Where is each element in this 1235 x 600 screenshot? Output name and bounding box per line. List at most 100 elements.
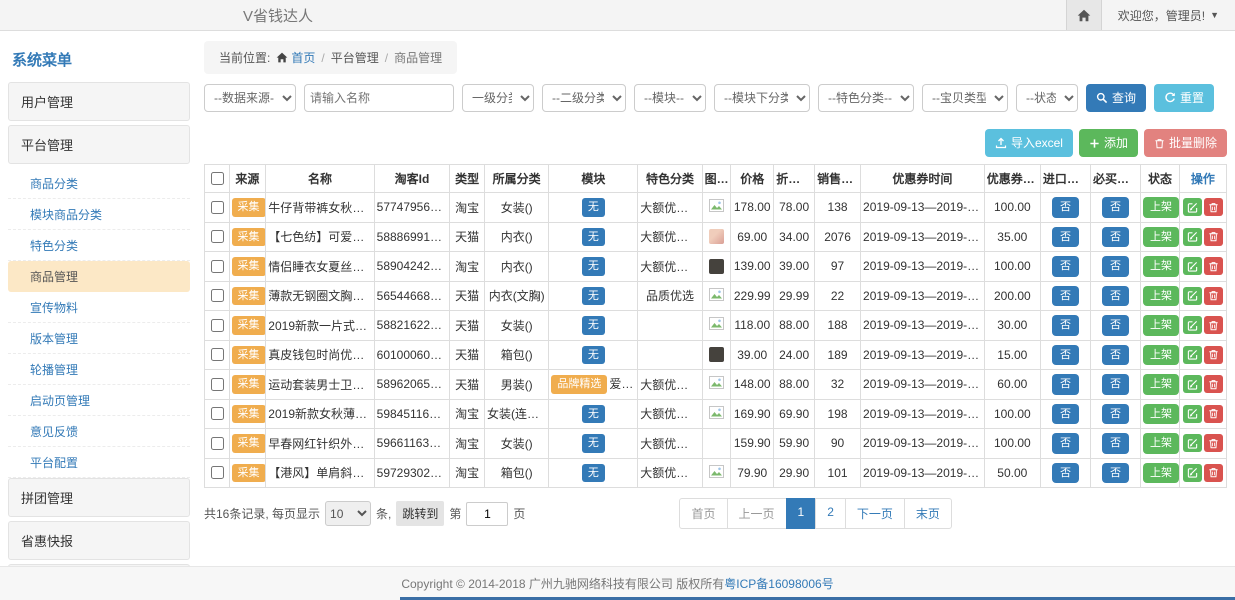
row-checkbox[interactable] (211, 466, 224, 479)
status-badge[interactable]: 上架 (1143, 286, 1179, 307)
edit-button[interactable] (1183, 346, 1202, 364)
jump-button[interactable]: 跳转到 (396, 501, 444, 526)
row-checkbox[interactable] (211, 319, 224, 332)
must-buy-toggle[interactable]: 否 (1102, 286, 1129, 307)
pager-button-2[interactable]: 2 (815, 498, 846, 529)
select-all-checkbox[interactable] (211, 172, 224, 185)
edit-button[interactable] (1183, 316, 1202, 334)
import-select-toggle[interactable]: 否 (1052, 256, 1079, 277)
edit-button[interactable] (1183, 375, 1202, 393)
import-select-toggle[interactable]: 否 (1052, 286, 1079, 307)
sidebar-item-平台管理[interactable]: 平台管理 (8, 125, 190, 164)
sidebar-item-用户管理[interactable]: 用户管理 (8, 82, 190, 121)
delete-button[interactable] (1204, 257, 1223, 275)
status-badge[interactable]: 上架 (1143, 345, 1179, 366)
status-badge[interactable]: 上架 (1143, 197, 1179, 218)
row-checkbox[interactable] (211, 260, 224, 273)
pager-button-1[interactable]: 1 (786, 498, 817, 529)
pager-button-下一页[interactable]: 下一页 (845, 498, 905, 529)
sidebar-item-特色分类[interactable]: 特色分类 (8, 230, 190, 261)
delete-button[interactable] (1204, 434, 1223, 452)
status-badge[interactable]: 上架 (1143, 463, 1179, 484)
edit-button[interactable] (1183, 257, 1202, 275)
delete-button[interactable] (1204, 464, 1223, 482)
must-buy-toggle[interactable]: 否 (1102, 463, 1129, 484)
sidebar-item-商品管理[interactable]: 商品管理 (8, 261, 190, 292)
delete-button[interactable] (1204, 198, 1223, 216)
sidebar-item-意见反馈[interactable]: 意见反馈 (8, 416, 190, 447)
edit-button[interactable] (1183, 287, 1202, 305)
import-select-toggle[interactable]: 否 (1052, 345, 1079, 366)
must-buy-toggle[interactable]: 否 (1102, 227, 1129, 248)
import-select-toggle[interactable]: 否 (1052, 197, 1079, 218)
must-buy-toggle[interactable]: 否 (1102, 197, 1129, 218)
row-checkbox[interactable] (211, 230, 224, 243)
sidebar-item-版本管理[interactable]: 版本管理 (8, 323, 190, 354)
import-select-toggle[interactable]: 否 (1052, 315, 1079, 336)
name-search-input[interactable] (304, 84, 454, 112)
pager-button-首页[interactable]: 首页 (679, 498, 727, 529)
must-buy-toggle[interactable]: 否 (1102, 433, 1129, 454)
filter-level1-category[interactable]: 一级分类 (462, 84, 534, 112)
delete-button[interactable] (1204, 287, 1223, 305)
edit-button[interactable] (1183, 228, 1202, 246)
search-button[interactable]: 查询 (1086, 84, 1146, 112)
sidebar-item-拼团管理[interactable]: 拼团管理 (8, 478, 190, 517)
breadcrumb-home-link[interactable]: 首页 (276, 49, 315, 66)
import-excel-button[interactable]: 导入excel (985, 129, 1073, 157)
user-menu[interactable]: 欢迎您，管理员! ▼ (1102, 0, 1235, 30)
must-buy-toggle[interactable]: 否 (1102, 345, 1129, 366)
add-button[interactable]: 添加 (1079, 129, 1138, 157)
filter-data-source[interactable]: --数据来源-- (204, 84, 296, 112)
edit-button[interactable] (1183, 198, 1202, 216)
reset-button[interactable]: 重置 (1154, 84, 1214, 112)
filter-item-type[interactable]: --宝贝类型-- (922, 84, 1008, 112)
row-checkbox[interactable] (211, 348, 224, 361)
filter-feature-category[interactable]: --特色分类-- (818, 84, 914, 112)
sidebar-item-平台配置[interactable]: 平台配置 (8, 447, 190, 478)
import-select-toggle[interactable]: 否 (1052, 433, 1079, 454)
row-checkbox[interactable] (211, 407, 224, 420)
sidebar-item-启动页管理[interactable]: 启动页管理 (8, 385, 190, 416)
status-badge[interactable]: 上架 (1143, 433, 1179, 454)
import-select-toggle[interactable]: 否 (1052, 374, 1079, 395)
must-buy-toggle[interactable]: 否 (1102, 374, 1129, 395)
delete-button[interactable] (1204, 316, 1223, 334)
delete-button[interactable] (1204, 375, 1223, 393)
status-badge[interactable]: 上架 (1143, 315, 1179, 336)
delete-button[interactable] (1204, 405, 1223, 423)
pager-button-上一页[interactable]: 上一页 (727, 498, 787, 529)
status-badge[interactable]: 上架 (1143, 256, 1179, 277)
delete-button[interactable] (1204, 346, 1223, 364)
filter-status[interactable]: --状态-- (1016, 84, 1078, 112)
per-page-select[interactable]: 10 (325, 501, 371, 526)
filter-module[interactable]: --模块-- (634, 84, 706, 112)
import-select-toggle[interactable]: 否 (1052, 463, 1079, 484)
home-button[interactable] (1066, 0, 1102, 30)
filter-level2-category[interactable]: --二级分类-- (542, 84, 626, 112)
import-select-toggle[interactable]: 否 (1052, 227, 1079, 248)
filter-module-subcategory[interactable]: --模块下分类-- (714, 84, 810, 112)
edit-button[interactable] (1183, 464, 1202, 482)
must-buy-toggle[interactable]: 否 (1102, 404, 1129, 425)
sidebar-item-轮播管理[interactable]: 轮播管理 (8, 354, 190, 385)
status-badge[interactable]: 上架 (1143, 374, 1179, 395)
status-badge[interactable]: 上架 (1143, 227, 1179, 248)
status-badge[interactable]: 上架 (1143, 404, 1179, 425)
page-number-input[interactable] (466, 502, 508, 526)
icp-link[interactable]: 粤ICP备16098006号 (724, 575, 833, 592)
row-checkbox[interactable] (211, 289, 224, 302)
delete-button[interactable] (1204, 228, 1223, 246)
must-buy-toggle[interactable]: 否 (1102, 256, 1129, 277)
row-checkbox[interactable] (211, 201, 224, 214)
sidebar-item-模块商品分类[interactable]: 模块商品分类 (8, 199, 190, 230)
must-buy-toggle[interactable]: 否 (1102, 315, 1129, 336)
row-checkbox[interactable] (211, 378, 224, 391)
edit-button[interactable] (1183, 434, 1202, 452)
sidebar-item-商品分类[interactable]: 商品分类 (8, 168, 190, 199)
sidebar-item-宣传物料[interactable]: 宣传物料 (8, 292, 190, 323)
row-checkbox[interactable] (211, 437, 224, 450)
edit-button[interactable] (1183, 405, 1202, 423)
sidebar-item-省惠快报[interactable]: 省惠快报 (8, 521, 190, 560)
pager-button-末页[interactable]: 末页 (904, 498, 952, 529)
